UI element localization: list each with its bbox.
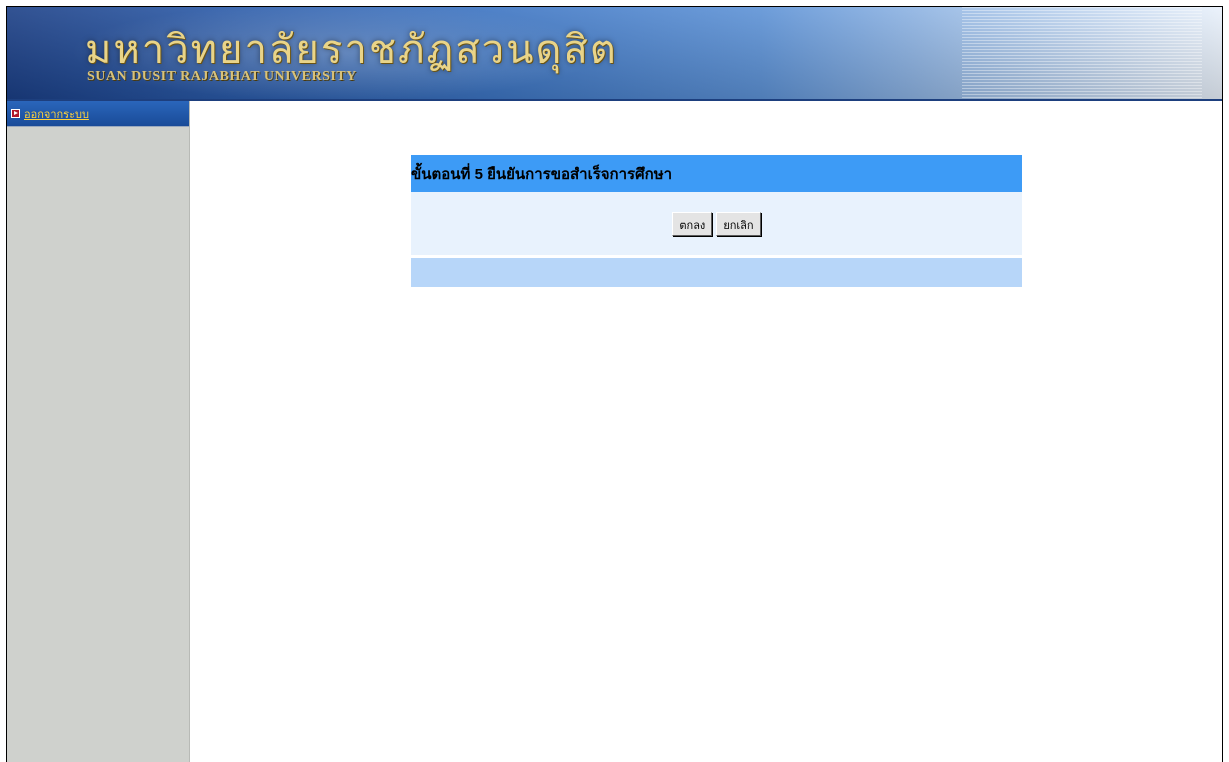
panel-title: ขั้นตอนที่ 5 ยืนยันการขอสำเร็จการศึกษา [411,165,673,183]
sidebar-item-logout[interactable]: ออกจากระบบ [7,101,189,127]
panel-footer [411,258,1022,287]
ok-button[interactable]: ตกลง [672,211,713,236]
panel-body: ตกลง ยกเลิก [411,192,1022,255]
university-banner: มหาวิทยาลัยราชภัฏสวนดุสิต SUAN DUSIT RAJ… [7,7,1222,99]
panel-header: ขั้นตอนที่ 5 ยืนยันการขอสำเร็จการศึกษา [411,155,1022,192]
sidebar-item-label[interactable]: ออกจากระบบ [24,105,89,123]
cancel-button[interactable]: ยกเลิก [716,211,761,236]
banner-stripes [962,7,1202,99]
confirm-graduation-panel: ขั้นตอนที่ 5 ยืนยันการขอสำเร็จการศึกษา ต… [411,155,1022,287]
main-content: ขั้นตอนที่ 5 ยืนยันการขอสำเร็จการศึกษา ต… [190,101,1222,762]
sidebar: ออกจากระบบ [7,101,190,762]
app-window: มหาวิทยาลัยราชภัฏสวนดุสิต SUAN DUSIT RAJ… [6,6,1223,762]
banner-title-english: SUAN DUSIT RAJABHAT UNIVERSITY [87,69,357,84]
exit-arrow-icon [11,109,20,118]
